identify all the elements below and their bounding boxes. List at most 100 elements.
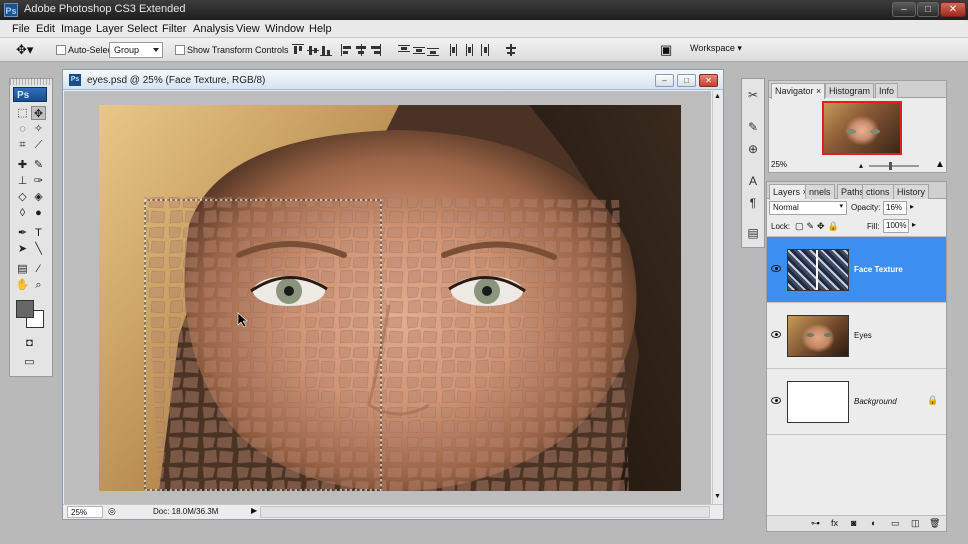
doc-minimize-button[interactable]: –: [655, 74, 674, 87]
dodge-tool-icon[interactable]: ●: [31, 206, 46, 220]
palette-well-icon[interactable]: ▣: [660, 42, 672, 58]
document-title-bar[interactable]: Ps eyes.psd @ 25% (Face Texture, RGB/8) …: [63, 70, 723, 90]
layer-mask-icon[interactable]: ◙: [851, 518, 856, 528]
blur-tool-icon[interactable]: ◊: [15, 206, 30, 220]
new-layer-icon[interactable]: ◫: [911, 518, 920, 529]
tab-actions[interactable]: ctions: [862, 184, 894, 199]
layer-style-icon[interactable]: fx: [831, 518, 838, 528]
history-brush-tool-icon[interactable]: ✑: [31, 174, 46, 188]
layer-comps-icon[interactable]: ▤: [745, 225, 761, 241]
tab-navigator[interactable]: Navigator ×: [771, 83, 826, 99]
zoom-tool-icon[interactable]: ⌕: [31, 278, 46, 292]
adjustment-layer-icon[interactable]: ◐: [871, 518, 876, 528]
menu-view[interactable]: View: [236, 23, 260, 35]
tool-presets-icon[interactable]: ✂: [745, 87, 761, 103]
layer-row[interactable]: Face Texture: [767, 237, 946, 303]
clone-source-icon[interactable]: ⊕: [745, 141, 761, 157]
menu-edit[interactable]: Edit: [36, 23, 55, 35]
visibility-eye-icon[interactable]: [771, 331, 781, 338]
paint-bucket-tool-icon[interactable]: ◈: [31, 190, 46, 204]
distribute-hcenter-icon[interactable]: [463, 44, 475, 56]
navigator-preview[interactable]: [822, 101, 902, 155]
align-right-icon[interactable]: [369, 44, 381, 56]
menu-layer[interactable]: Layer: [96, 23, 124, 35]
opacity-field[interactable]: 16%: [883, 201, 907, 215]
status-info-icon[interactable]: ◎: [108, 506, 116, 517]
vertical-scrollbar[interactable]: ▲ ▼: [712, 91, 723, 504]
tab-info[interactable]: Info: [875, 83, 899, 98]
link-layers-icon[interactable]: ⊶: [811, 518, 820, 529]
zoom-in-icon[interactable]: ▲: [935, 159, 945, 170]
minimize-button[interactable]: –: [892, 2, 916, 17]
doc-close-button[interactable]: ✕: [699, 74, 718, 87]
visibility-eye-icon[interactable]: [771, 397, 781, 404]
move-tool-icon[interactable]: ✥: [31, 106, 46, 120]
tab-channels[interactable]: nnels: [805, 184, 835, 199]
scroll-down-icon[interactable]: ▼: [714, 493, 721, 500]
tab-histogram[interactable]: Histogram: [825, 83, 875, 98]
menu-filter[interactable]: Filter: [162, 23, 186, 35]
distribute-left-icon[interactable]: [449, 44, 461, 56]
brush-tool-icon[interactable]: ✎: [31, 158, 46, 172]
line-tool-icon[interactable]: ╲: [31, 242, 46, 256]
distribute-right-icon[interactable]: [477, 44, 489, 56]
crop-tool-icon[interactable]: ⌗: [15, 138, 30, 152]
path-selection-tool-icon[interactable]: ➤: [15, 242, 30, 256]
image-canvas[interactable]: [64, 91, 711, 504]
fill-arrow-icon[interactable]: ▸: [912, 220, 916, 229]
magic-wand-tool-icon[interactable]: ✧: [31, 122, 46, 136]
trash-icon[interactable]: 🗑: [929, 518, 940, 529]
menu-file[interactable]: File: [12, 23, 30, 35]
close-button[interactable]: ✕: [940, 2, 966, 17]
new-group-icon[interactable]: ▭: [891, 518, 900, 529]
lock-icons[interactable]: ▢✎✥🔒: [795, 221, 842, 232]
lasso-tool-icon[interactable]: ◌: [15, 122, 30, 136]
character-icon[interactable]: A: [745, 173, 761, 189]
status-menu-arrow-icon[interactable]: ▶: [251, 506, 257, 515]
menu-select[interactable]: Select: [127, 23, 158, 35]
blend-mode-dropdown[interactable]: Normal ▾: [769, 201, 847, 215]
menu-analysis[interactable]: Analysis: [193, 23, 234, 35]
fill-field[interactable]: 100%: [883, 219, 909, 233]
tab-history[interactable]: History: [893, 184, 930, 199]
show-transform-checkbox[interactable]: [175, 45, 185, 55]
scroll-up-icon[interactable]: ▲: [714, 93, 721, 100]
slice-tool-icon[interactable]: ⟋: [31, 138, 46, 152]
zoom-field[interactable]: 25%: [67, 506, 103, 518]
maximize-button[interactable]: □: [917, 2, 939, 17]
move-tool-preset-icon[interactable]: ✥▾: [16, 42, 33, 58]
zoom-out-icon[interactable]: ▴: [859, 161, 863, 170]
align-hcenter-icon[interactable]: [355, 44, 367, 56]
doc-maximize-button[interactable]: □: [677, 74, 696, 87]
brushes-icon[interactable]: ✎: [745, 119, 761, 135]
distribute-bottom-icon[interactable]: [427, 44, 439, 56]
paragraph-icon[interactable]: ¶: [745, 195, 761, 211]
horizontal-scrollbar[interactable]: [260, 506, 710, 518]
auto-select-dropdown[interactable]: Group: [109, 42, 163, 58]
align-top-icon[interactable]: [292, 44, 304, 56]
workspace-menu[interactable]: Workspace ▾: [690, 43, 742, 54]
panel-grip[interactable]: [10, 79, 52, 85]
canvas-area[interactable]: [64, 91, 711, 504]
distribute-top-icon[interactable]: [398, 44, 410, 56]
visibility-eye-icon[interactable]: [771, 265, 781, 272]
notes-tool-icon[interactable]: ▤: [15, 262, 30, 276]
align-vcenter-icon[interactable]: [307, 44, 319, 56]
distribute-vcenter-icon[interactable]: [413, 44, 425, 56]
eraser-tool-icon[interactable]: ◇: [15, 190, 30, 204]
marquee-tool-icon[interactable]: ⬚: [15, 106, 30, 120]
pen-tool-icon[interactable]: ✒: [15, 226, 30, 240]
zoom-slider-thumb[interactable]: [889, 162, 892, 170]
layer-row[interactable]: Background 🔒: [767, 369, 946, 435]
auto-align-layers-icon[interactable]: [505, 44, 517, 56]
menu-window[interactable]: Window: [265, 23, 304, 35]
layer-row[interactable]: Eyes: [767, 303, 946, 369]
hand-tool-icon[interactable]: ✋: [15, 278, 30, 292]
healing-brush-tool-icon[interactable]: ✚: [15, 158, 30, 172]
screen-mode-icon[interactable]: ▭: [22, 355, 37, 369]
opacity-arrow-icon[interactable]: ▸: [910, 202, 914, 211]
align-left-icon[interactable]: [341, 44, 353, 56]
menu-image[interactable]: Image: [61, 23, 92, 35]
auto-select-checkbox[interactable]: [56, 45, 66, 55]
menu-help[interactable]: Help: [309, 23, 332, 35]
